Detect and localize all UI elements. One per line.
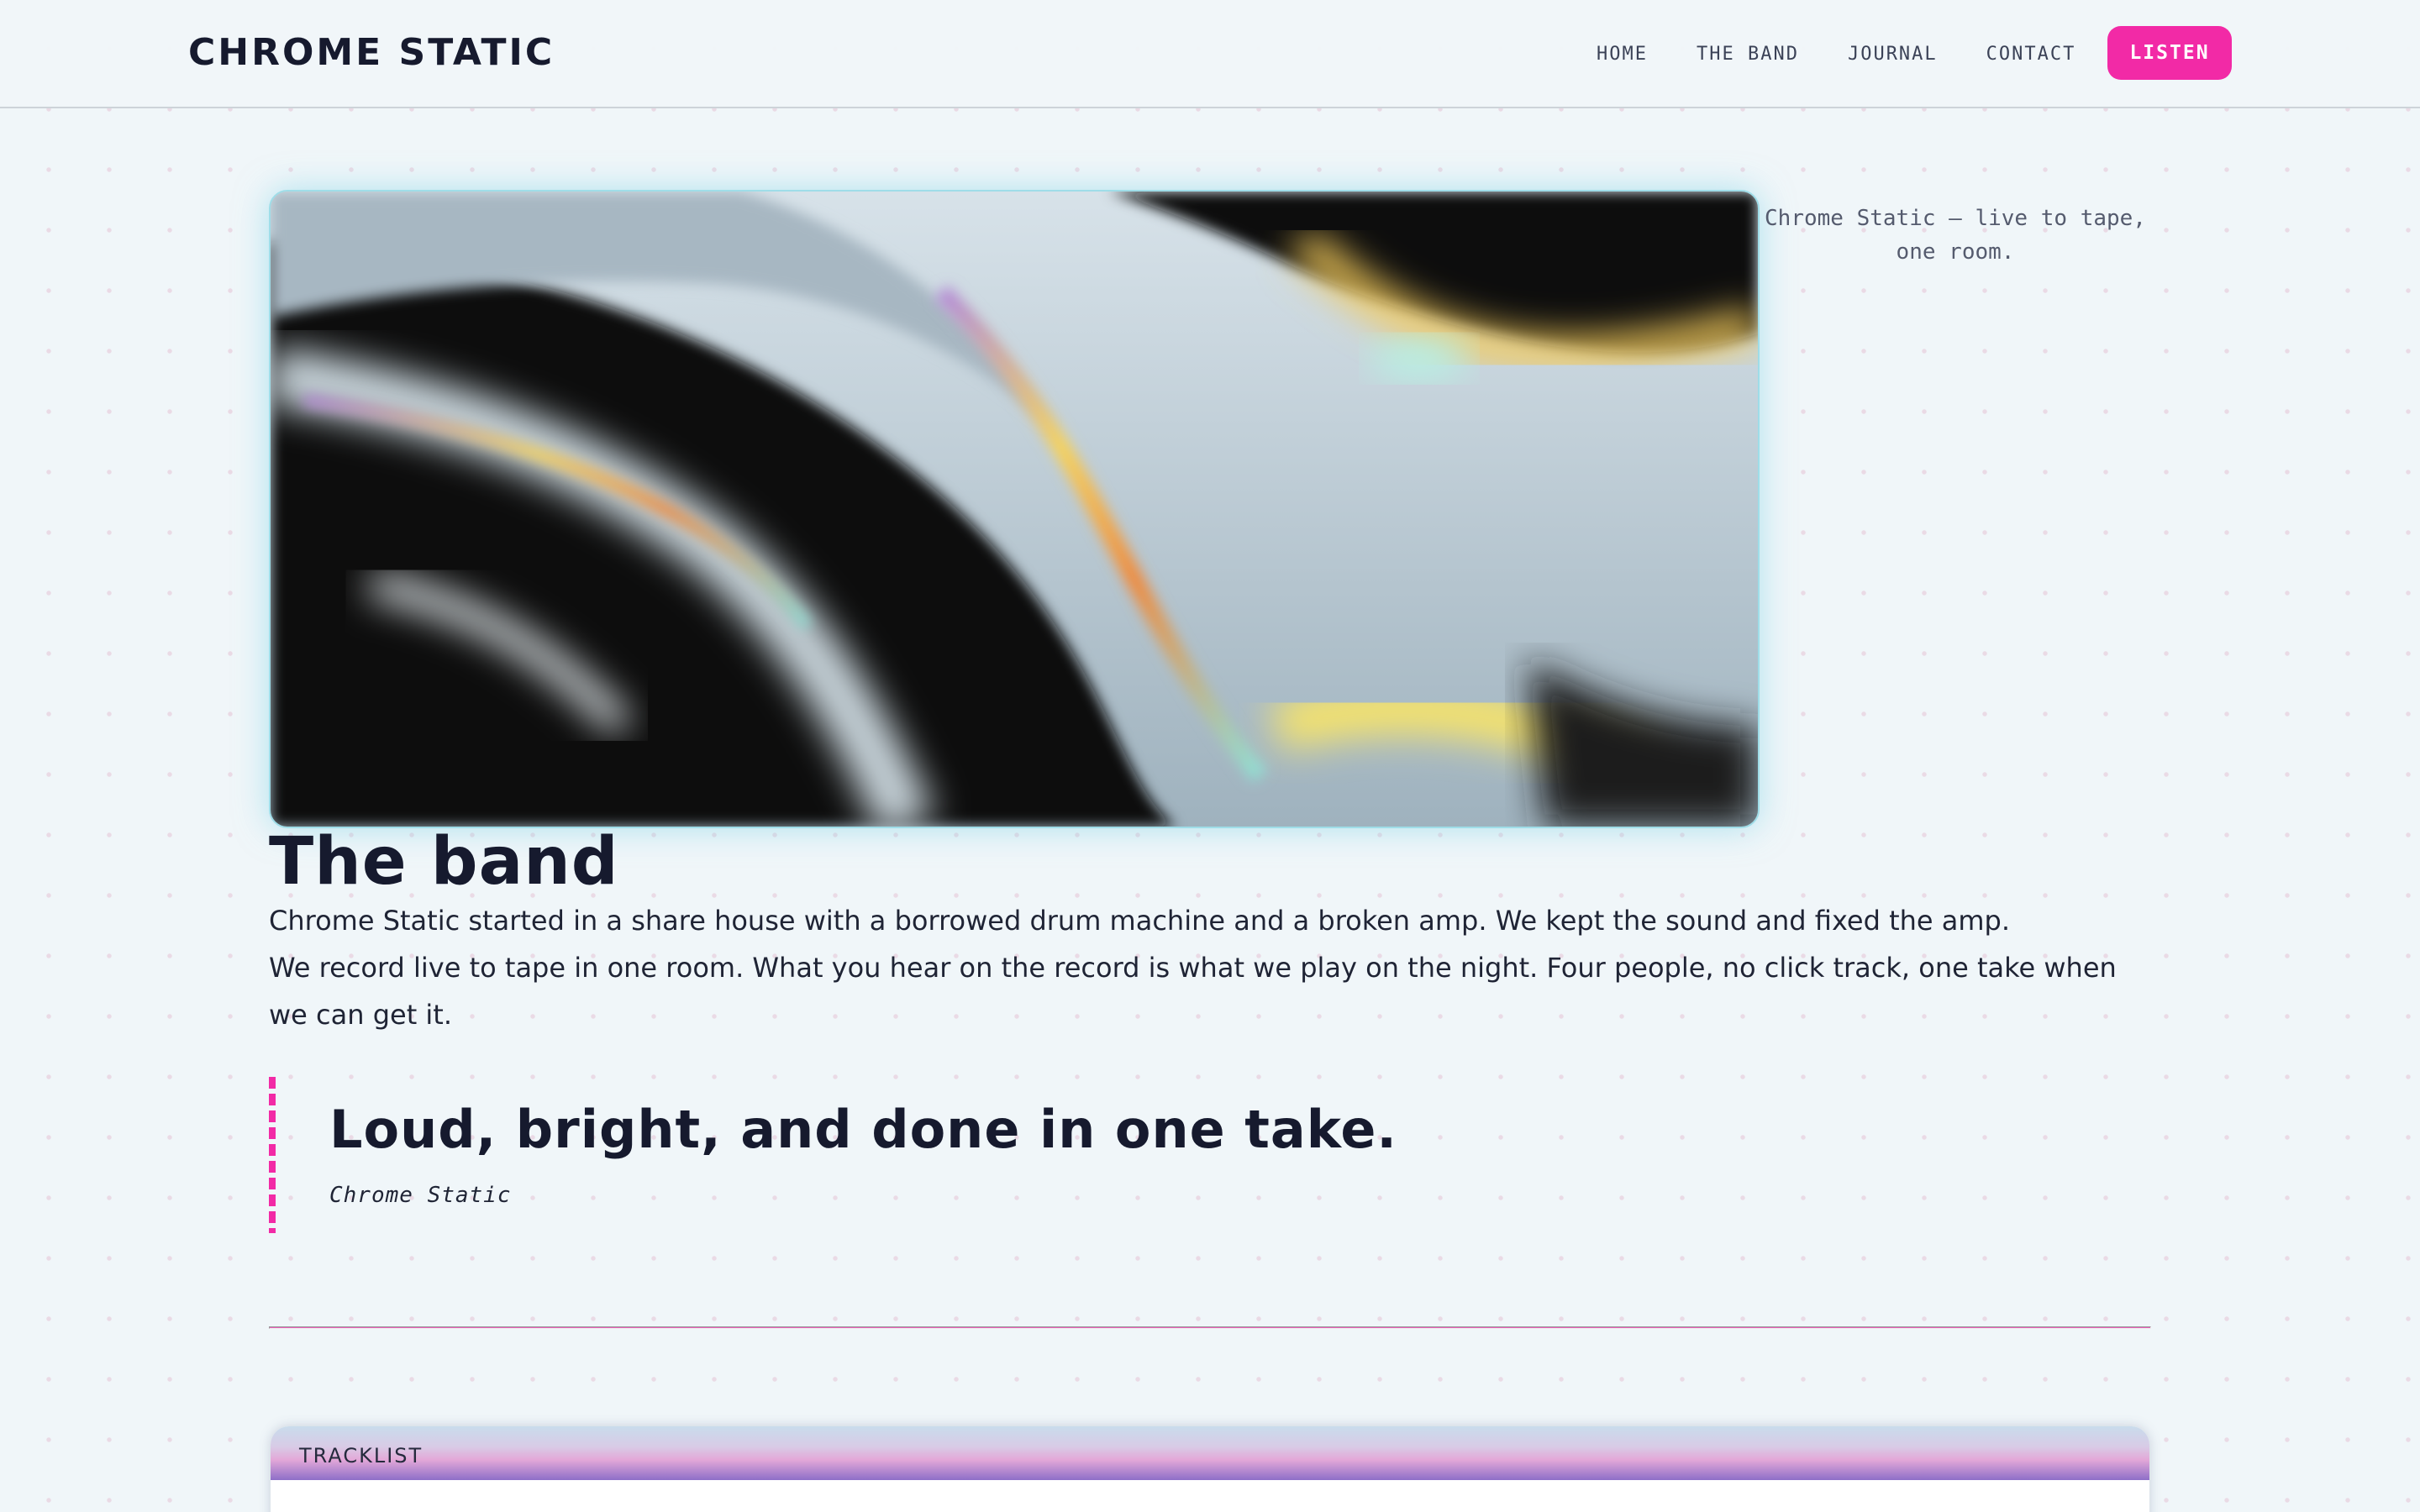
- listen-button[interactable]: LISTEN: [2107, 26, 2232, 80]
- brand-logo[interactable]: CHROME STATIC: [188, 30, 555, 76]
- nav-contact[interactable]: CONTACT: [1986, 44, 2076, 65]
- main-nav: HOME THE BAND JOURNAL CONTACT: [1597, 27, 2124, 81]
- nav-home[interactable]: HOME: [1597, 44, 1648, 65]
- quote-text: Loud, bright, and done in one take.: [329, 1099, 1397, 1160]
- tracklist-header: TRACKLIST: [271, 1426, 2149, 1480]
- quote-accent-bar: [269, 1077, 276, 1233]
- quote-citation: Chrome Static: [329, 1183, 512, 1208]
- nav-journal[interactable]: JOURNAL: [1848, 44, 1938, 65]
- pull-quote: Loud, bright, and done in one take. Chro…: [269, 1077, 2151, 1233]
- hero-caption: Chrome Static — live to tape, one room.: [1765, 206, 2146, 265]
- chrome-abstract-artwork: [271, 192, 1758, 827]
- band-paragraph-2: We record live to tape in one room. What…: [269, 952, 2117, 1031]
- tracklist-panel: TRACKLIST: [271, 1426, 2149, 1512]
- site-header: CHROME STATIC HOME THE BAND JOURNAL CONT…: [0, 0, 2420, 108]
- section-title-the-band: The band: [269, 824, 619, 900]
- band-paragraph-1: Chrome Static started in a share house w…: [269, 905, 2011, 937]
- section-divider: [269, 1326, 2151, 1329]
- hero-image: [269, 190, 1760, 828]
- tracklist-title: TRACKLIST: [299, 1444, 424, 1467]
- nav-the-band[interactable]: THE BAND: [1697, 44, 1799, 65]
